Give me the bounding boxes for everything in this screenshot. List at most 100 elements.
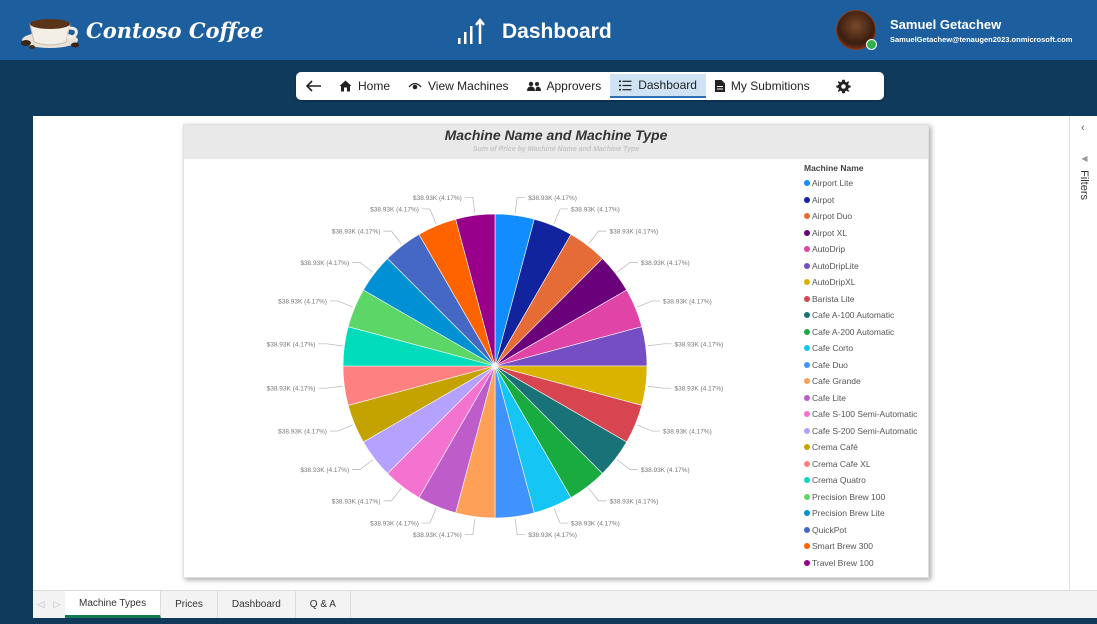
legend-marker-icon <box>804 246 810 253</box>
legend-label: Airpot XL <box>812 227 847 238</box>
legend-item[interactable]: Cafe Lite <box>804 390 917 407</box>
data-label: $38.93K (4.17%) <box>528 195 577 202</box>
data-label: $38.93K (4.17%) <box>300 467 349 474</box>
legend-item[interactable]: AutoDrip <box>804 241 917 258</box>
legend-item[interactable]: Smart Brew 300 <box>804 538 917 555</box>
legend-marker-icon <box>804 460 810 467</box>
page-title-group: Dashboard <box>456 18 612 46</box>
settings-button[interactable] <box>827 74 860 98</box>
nav-dashboard-label: Dashboard <box>638 78 697 92</box>
legend-marker-icon <box>804 394 810 401</box>
data-label: $38.93K (4.17%) <box>528 532 577 539</box>
legend-item[interactable]: AutoDripLite <box>804 258 917 275</box>
leader-line <box>421 208 437 224</box>
legend-item[interactable]: Airpot Duo <box>804 208 917 225</box>
leader-line <box>616 262 638 273</box>
leader-line <box>553 508 569 524</box>
tab-dashboard[interactable]: Dashboard <box>217 591 296 618</box>
filters-pane[interactable]: ‹ ◀ Filters <box>1069 116 1097 590</box>
legend-item[interactable]: Cafe Corto <box>804 340 917 357</box>
legend-item[interactable]: Crema Quatro <box>804 472 917 489</box>
data-label: $38.93K (4.17%) <box>641 260 690 267</box>
tab-prev-icon[interactable]: ◁ <box>38 599 45 610</box>
leader-line <box>329 424 353 432</box>
report-canvas: Machine Name and Machine Type Sum of Pri… <box>33 116 1069 590</box>
legend-item[interactable]: Airport Lite <box>804 175 917 192</box>
leader-line <box>588 487 607 502</box>
legend-item[interactable]: Precision Brew Lite <box>804 505 917 522</box>
document-icon <box>714 80 725 92</box>
legend-item[interactable]: Crema Cafe XL <box>804 456 917 473</box>
legend-item[interactable]: Cafe S-100 Semi-Automatic <box>804 406 917 423</box>
leader-line <box>637 424 661 432</box>
legend-label: Precision Brew Lite <box>812 508 885 519</box>
legend-marker-icon <box>804 493 810 500</box>
data-label: $38.93K (4.17%) <box>278 298 327 305</box>
legend-marker-icon <box>804 559 810 566</box>
people-icon <box>526 81 541 91</box>
eye-icon <box>408 82 422 90</box>
bar-chart-icon <box>458 18 485 44</box>
back-arrow-icon <box>306 80 321 92</box>
tab-next-icon[interactable]: ▷ <box>54 599 61 610</box>
tab-q-and-a[interactable]: Q & A <box>295 591 351 618</box>
tab-prices[interactable]: Prices <box>161 591 218 618</box>
gear-icon <box>836 79 851 93</box>
legend-item[interactable]: Cafe Grande <box>804 373 917 390</box>
legend-item[interactable]: Cafe A-200 Automatic <box>804 324 917 341</box>
data-label: $38.93K (4.17%) <box>609 229 658 236</box>
data-label: $38.93K (4.17%) <box>332 229 381 236</box>
data-label: $38.93K (4.17%) <box>663 298 712 305</box>
legend-marker-icon <box>804 213 810 220</box>
legend-marker-icon <box>804 361 810 368</box>
legend-marker-icon <box>804 312 810 319</box>
tab-scroll-controls: ◁ ▷ <box>33 591 65 618</box>
nav-view-machines[interactable]: View Machines <box>399 74 517 98</box>
legend-item[interactable]: Travel Brew 100 <box>804 555 917 572</box>
avatar[interactable] <box>836 10 877 50</box>
legend-item[interactable]: AutoDripXL <box>804 274 917 291</box>
legend-label: QuickPot <box>812 524 847 535</box>
legend-item[interactable]: QuickPot <box>804 522 917 539</box>
leader-line <box>383 230 402 245</box>
tab-machine-types[interactable]: Machine Types <box>65 591 162 618</box>
legend-label: Airport Lite <box>812 178 854 189</box>
chart-title: Machine Name and Machine Type <box>444 127 668 143</box>
legend-item[interactable]: Precision Brew 100 <box>804 489 917 506</box>
leader-line <box>647 343 672 347</box>
pie-chart: $38.93K (4.17%) $38.93K (4.17%) $38.93K (4… <box>267 195 724 539</box>
leader-line <box>553 208 569 224</box>
leader-line <box>329 300 353 308</box>
legend-marker-icon <box>804 411 810 418</box>
leader-line <box>383 487 402 502</box>
legend-item[interactable]: Cafe S-200 Semi-Automatic <box>804 423 917 440</box>
legend-item[interactable]: Airpot XL <box>804 225 917 242</box>
legend-item[interactable]: Airpot <box>804 192 917 209</box>
legend-item[interactable]: Barista Lite <box>804 291 917 308</box>
nav-home[interactable]: Home <box>330 74 399 98</box>
page-title: Dashboard <box>502 20 612 43</box>
legend-label: Crema Café <box>812 442 858 453</box>
legend-marker-icon <box>804 180 810 187</box>
back-button[interactable] <box>304 74 330 98</box>
data-label: $38.93K (4.17%) <box>675 341 724 348</box>
legend-item[interactable]: Crema Café <box>804 439 917 456</box>
data-label: $38.93K (4.17%) <box>267 386 316 393</box>
user-profile[interactable]: Samuel Getachew SamuelGetachew@tenaugen2… <box>836 10 1072 50</box>
legend-marker-icon <box>804 427 810 434</box>
data-label: $38.93K (4.17%) <box>267 341 316 348</box>
legend-item[interactable]: Cafe Duo <box>804 357 917 374</box>
nav-dashboard[interactable]: Dashboard <box>610 74 706 98</box>
pie-chart-visual[interactable]: Machine Name and Machine Type Sum of Pri… <box>183 124 929 578</box>
filters-toggle[interactable]: ◀ Filters <box>1078 154 1090 200</box>
leader-line <box>352 459 374 470</box>
data-label: $38.93K (4.17%) <box>332 498 381 505</box>
legend-label: Smart Brew 300 <box>812 541 873 552</box>
legend-label: Precision Brew 100 <box>812 491 886 502</box>
nav-my-submitions[interactable]: My Submitions <box>706 74 819 98</box>
collapse-chevron-icon[interactable]: ‹ <box>1081 122 1085 134</box>
nav-approvers[interactable]: Approvers <box>518 74 611 98</box>
legend-label: Cafe S-100 Semi-Automatic <box>812 409 918 420</box>
legend-item[interactable]: Cafe A-100 Automatic <box>804 307 917 324</box>
legend-marker-icon <box>804 526 810 533</box>
